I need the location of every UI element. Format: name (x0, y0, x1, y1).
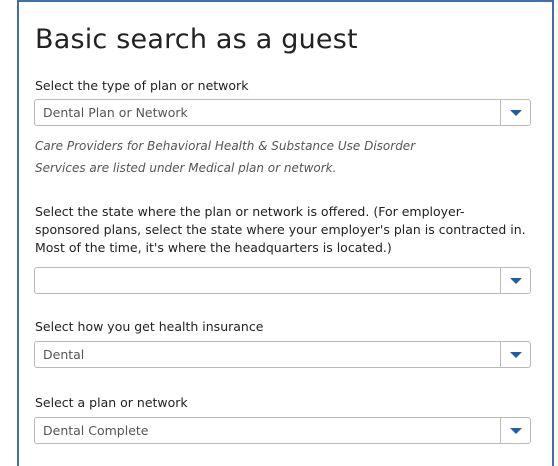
chevron-down-icon[interactable] (500, 418, 530, 443)
state-label-line: Most of the time, it's where the headqua… (35, 240, 392, 255)
note-line: Services are listed under Medical plan o… (35, 161, 337, 175)
guest-search-panel: Basic search as a guest Select the type … (17, 0, 554, 466)
plan-type-label: Select the type of plan or network (35, 78, 249, 93)
plan-type-selected-value: Dental Plan or Network (43, 105, 188, 120)
chevron-down-icon[interactable] (500, 268, 530, 293)
insurance-source-label: Select how you get health insurance (35, 319, 264, 334)
state-select[interactable] (34, 267, 531, 294)
state-label-line: sponsored plans, select the state where … (35, 222, 526, 237)
plan-selected-value: Dental Complete (43, 423, 149, 438)
insurance-source-select[interactable]: Dental (34, 341, 531, 368)
note-line: Care Providers for Behavioral Health & S… (35, 139, 416, 153)
chevron-down-icon[interactable] (500, 100, 530, 125)
chevron-down-icon[interactable] (500, 342, 530, 367)
behavioral-health-note: Care Providers for Behavioral Health & S… (35, 135, 515, 179)
state-label: Select the state where the plan or netwo… (35, 203, 535, 257)
plan-type-select[interactable]: Dental Plan or Network (34, 99, 531, 126)
page-title: Basic search as a guest (35, 24, 358, 55)
plan-select[interactable]: Dental Complete (34, 417, 531, 444)
state-label-line: Select the state where the plan or netwo… (35, 204, 465, 219)
insurance-source-selected-value: Dental (43, 347, 85, 362)
plan-label: Select a plan or network (35, 395, 188, 410)
